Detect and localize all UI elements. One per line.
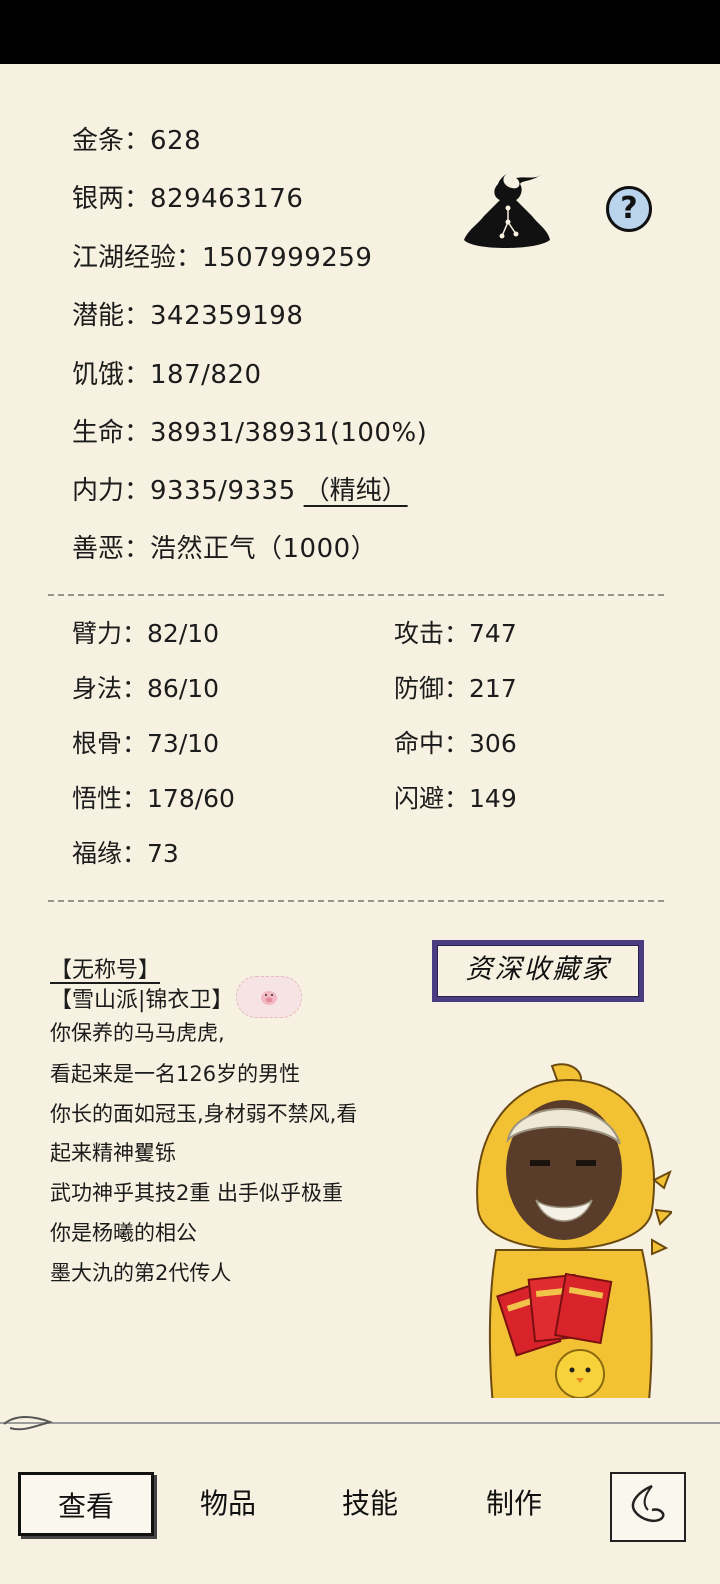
stat-health: 生命：38931/38931(100%) xyxy=(72,416,427,450)
attr-value: 73 xyxy=(147,839,179,868)
attr-value: 73/10 xyxy=(147,729,220,758)
stat-experience: 江湖经验：1507999259 xyxy=(72,241,372,275)
stat-label: 潜能： xyxy=(72,301,151,331)
stat-value: 38931/38931(100%) xyxy=(150,418,428,448)
stat-label: 银两： xyxy=(72,184,151,214)
stat-value: 187/820 xyxy=(150,360,262,390)
stat-label: 内力： xyxy=(72,476,151,506)
stat-value: 342359198 xyxy=(150,301,304,331)
description-line: 起来精神矍铄 xyxy=(50,1141,176,1165)
attr-agility: 身法：86/10 xyxy=(72,673,219,705)
tab-crafting[interactable]: 制作 xyxy=(458,1472,570,1536)
stat-gold-bars: 金条：628 xyxy=(72,124,201,158)
meditation-figure-icon[interactable] xyxy=(462,168,552,254)
attr-constitution: 根骨：73/10 xyxy=(72,728,219,760)
back-arrow-icon xyxy=(631,1484,665,1522)
stat-morality: 善恶：浩然正气（1000） xyxy=(72,532,377,566)
attr-label: 悟性： xyxy=(72,784,148,813)
stat-label: 善恶： xyxy=(72,534,151,564)
stat-silver: 银两：829463176 xyxy=(72,182,303,216)
description-line: 武功神乎其技2重 出手似乎极重 xyxy=(50,1181,344,1205)
section-divider xyxy=(48,900,664,902)
description-line: 墨大氿的第2代传人 xyxy=(50,1261,232,1285)
swirl-ornament-icon xyxy=(3,1416,54,1431)
attr-label: 闪避： xyxy=(394,784,470,813)
attr-label: 防御： xyxy=(394,674,470,703)
stat-potential: 潜能：342359198 xyxy=(72,299,303,333)
description-line: 你是杨曦的相公 xyxy=(50,1221,197,1245)
attr-defense: 防御：217 xyxy=(394,673,517,705)
senior-collector-badge[interactable]: 资深收藏家 xyxy=(432,940,644,1002)
attr-strength: 臂力：82/10 xyxy=(72,618,219,650)
bottom-nav: 查看 物品 技能 制作 xyxy=(0,1452,720,1584)
attr-label: 根骨： xyxy=(72,729,148,758)
tab-skills[interactable]: 技能 xyxy=(314,1472,426,1536)
attr-accuracy: 命中：306 xyxy=(394,728,517,760)
internal-force-quality-link[interactable]: （精纯） xyxy=(304,476,408,506)
footer-rule xyxy=(0,1422,720,1424)
attr-fortune: 福缘：73 xyxy=(72,838,179,870)
character-portrait xyxy=(476,1063,672,1431)
stat-value: 628 xyxy=(150,126,202,156)
stat-value: 1507999259 xyxy=(202,243,373,273)
attr-value: 178/60 xyxy=(147,784,235,813)
description-line: 看起来是一名126岁的男性 xyxy=(50,1062,301,1086)
back-button[interactable] xyxy=(610,1472,686,1542)
attr-attack: 攻击：747 xyxy=(394,618,517,650)
badge-text: 资深收藏家 xyxy=(437,945,639,997)
stat-value: 829463176 xyxy=(150,184,304,214)
tab-view[interactable]: 查看 xyxy=(18,1472,154,1536)
attr-label: 命中： xyxy=(394,729,470,758)
pig-emblem-icon xyxy=(236,976,302,1018)
attr-label: 臂力： xyxy=(72,619,148,648)
stat-label: 生命： xyxy=(72,418,151,448)
pig-face-icon xyxy=(261,991,277,1005)
attr-value: 217 xyxy=(469,674,517,703)
stat-label: 饥饿： xyxy=(72,360,151,390)
player-sect: 【雪山派|锦衣卫】 xyxy=(50,988,234,1013)
attr-value: 747 xyxy=(469,619,517,648)
description-line: 你保养的马马虎虎, xyxy=(50,1021,225,1045)
stat-value: 浩然正气（1000） xyxy=(150,534,378,564)
attr-comprehension: 悟性：178/60 xyxy=(72,783,235,815)
stat-hunger: 饥饿：187/820 xyxy=(72,358,262,392)
attr-value: 82/10 xyxy=(147,619,220,648)
character-status-page: 金条：628 银两：829463176 江湖经验：1507999259 潜能：3… xyxy=(0,64,720,1584)
player-title[interactable]: 【无称号】 xyxy=(50,956,160,986)
attr-evasion: 闪避：149 xyxy=(394,783,517,815)
attr-label: 攻击： xyxy=(394,619,470,648)
attr-value: 149 xyxy=(469,784,517,813)
attr-value: 306 xyxy=(469,729,517,758)
tab-items[interactable]: 物品 xyxy=(172,1472,284,1536)
stat-label: 江湖经验： xyxy=(72,243,203,273)
attr-label: 身法： xyxy=(72,674,148,703)
footer-decoration xyxy=(0,1398,720,1452)
stat-label: 金条： xyxy=(72,126,151,156)
section-divider xyxy=(48,594,664,596)
description-line: 你长的面如冠玉,身材弱不禁风,看 xyxy=(50,1102,358,1126)
stat-value: 9335/9335 xyxy=(150,476,296,506)
stat-internal-force: 内力：9335/9335 （精纯） xyxy=(72,474,408,508)
attr-value: 86/10 xyxy=(147,674,220,703)
question-mark-icon[interactable]: ? xyxy=(606,186,652,232)
status-bar xyxy=(0,0,720,64)
attr-label: 福缘： xyxy=(72,839,148,868)
